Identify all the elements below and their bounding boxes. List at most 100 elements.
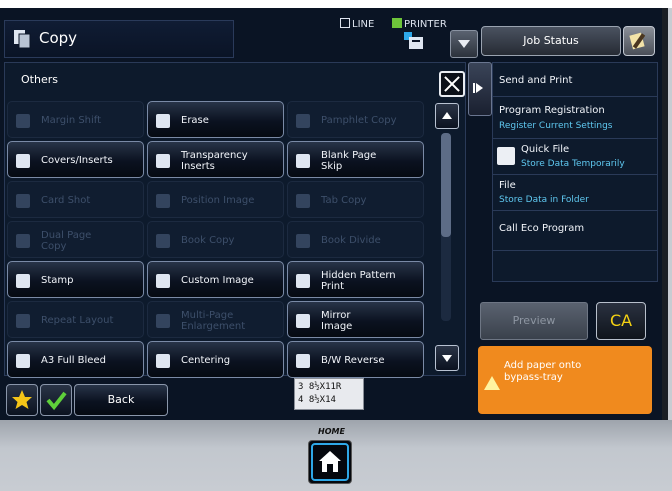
touch-screen: Copy LINE PRINTER Job Status Others Marg… (0, 8, 668, 420)
warning-icon (484, 376, 500, 390)
function-icon (296, 314, 310, 328)
panel-collapse-button[interactable] (468, 62, 492, 116)
mode-title: Copy (4, 20, 234, 58)
send-and-print-label: Send and Print (499, 75, 573, 86)
function-button[interactable]: Transparency Inserts (147, 141, 284, 178)
send-and-print-item[interactable]: Send and Print (493, 63, 657, 97)
printer-status-icon (404, 32, 423, 49)
function-icon (156, 354, 170, 368)
star-icon (12, 390, 32, 409)
tray-line-2: 4 8½X14 (298, 395, 336, 405)
function-icon (16, 234, 30, 248)
page-title: Copy (39, 29, 78, 47)
function-label: Tab Copy (321, 195, 367, 206)
quick-file-item[interactable]: Quick File Store Data Temporarily (493, 139, 657, 175)
function-icon (296, 234, 310, 248)
function-label: Pamphlet Copy (321, 115, 397, 126)
quick-file-checkbox[interactable] (497, 147, 515, 165)
function-label: Repeat Layout (41, 315, 114, 326)
function-button[interactable]: Margin Shift (7, 101, 144, 138)
mode-dropdown-button[interactable] (450, 30, 478, 58)
function-button[interactable]: Custom Image (147, 261, 284, 298)
function-icon (296, 274, 310, 288)
printer-checkbox[interactable] (392, 18, 402, 28)
function-button[interactable]: Stamp (7, 261, 144, 298)
scroll-down-button[interactable] (435, 345, 459, 371)
copy-icon (14, 30, 31, 49)
function-button[interactable]: A3 Full Bleed (7, 341, 144, 378)
function-button[interactable]: Book Divide (287, 221, 424, 258)
clear-all-button[interactable]: CA (596, 302, 646, 340)
chevron-down-icon (458, 40, 470, 48)
back-button[interactable]: Back (74, 384, 168, 416)
favorites-button[interactable] (6, 384, 38, 416)
close-icon[interactable] (439, 71, 465, 97)
ok-button[interactable] (40, 384, 72, 416)
program-registration-sublabel: Register Current Settings (499, 121, 613, 131)
others-panel: Others Margin Shift Erase Pamphlet Copy Cov… (4, 62, 466, 378)
line-label: LINE (352, 19, 375, 30)
call-eco-program-label: Call Eco Program (499, 223, 585, 234)
function-button[interactable]: Covers/Inserts (7, 141, 144, 178)
home-button[interactable] (308, 440, 352, 484)
file-item[interactable]: File Store Data in Folder (493, 175, 657, 211)
function-label: Hidden Pattern Print (321, 269, 396, 292)
program-registration-label: Program Registration (499, 105, 605, 116)
function-icon (16, 274, 30, 288)
function-button[interactable]: Dual Page Copy (7, 221, 144, 258)
paper-alert[interactable]: Add paper onto bypass-tray (478, 346, 652, 414)
line-mode-toggle[interactable]: LINE (340, 18, 374, 30)
help-icon (629, 32, 646, 50)
function-label: Position Image (181, 195, 255, 206)
scrollbar-thumb[interactable] (441, 133, 451, 237)
function-button[interactable]: Multi-Page Enlargement (147, 301, 284, 338)
function-button[interactable]: Blank Page Skip (287, 141, 424, 178)
function-button[interactable]: Centering (147, 341, 284, 378)
function-label: Margin Shift (41, 115, 102, 126)
preview-button[interactable]: Preview (480, 302, 588, 340)
function-label: Custom Image (181, 275, 254, 286)
function-icon (156, 314, 170, 328)
function-icon (16, 194, 30, 208)
file-sublabel: Store Data in Folder (499, 195, 589, 205)
paper-tray-status: 3 8½X11R 4 8½X14 (294, 378, 364, 410)
panel-heading: Others (21, 73, 58, 86)
function-button[interactable]: Pamphlet Copy (287, 101, 424, 138)
function-button[interactable]: Mirror Image (287, 301, 424, 338)
line-checkbox[interactable] (340, 18, 350, 28)
job-status-button[interactable]: Job Status (481, 26, 621, 56)
chevron-down-icon (442, 355, 452, 362)
printer-mode-toggle[interactable]: PRINTER (392, 18, 447, 30)
function-label: Dual Page Copy (41, 229, 92, 252)
call-eco-program-item[interactable]: Call Eco Program (493, 211, 657, 251)
help-button[interactable] (623, 26, 655, 56)
function-button[interactable]: Tab Copy (287, 181, 424, 218)
function-button[interactable]: Position Image (147, 181, 284, 218)
function-button[interactable]: Card Shot (7, 181, 144, 218)
function-button[interactable]: Repeat Layout (7, 301, 144, 338)
program-registration-item[interactable]: Program Registration Register Current Se… (493, 97, 657, 139)
function-label: Covers/Inserts (41, 155, 113, 166)
function-label: Centering (181, 355, 231, 366)
function-icon (296, 114, 310, 128)
scroll-up-button[interactable] (435, 103, 459, 129)
function-button[interactable]: Erase (147, 101, 284, 138)
function-label: Mirror Image (321, 309, 353, 332)
function-label: A3 Full Bleed (41, 355, 106, 366)
function-label: Multi-Page Enlargement (181, 309, 246, 332)
function-icon (156, 274, 170, 288)
alert-message: Add paper onto bypass-tray (504, 360, 582, 383)
quick-file-label: Quick File (521, 144, 570, 155)
chevron-right-icon (476, 83, 483, 93)
function-icon (156, 114, 170, 128)
chevron-up-icon (442, 112, 452, 119)
function-button[interactable]: Hidden Pattern Print (287, 261, 424, 298)
function-label: Blank Page Skip (321, 149, 377, 172)
function-label: Stamp (41, 275, 74, 286)
tray-line-1: 3 8½X11R (298, 382, 342, 392)
function-icon (296, 194, 310, 208)
function-button[interactable]: Book Copy (147, 221, 284, 258)
function-button[interactable]: B/W Reverse (287, 341, 424, 378)
function-label: B/W Reverse (321, 355, 385, 366)
function-icon (16, 114, 30, 128)
